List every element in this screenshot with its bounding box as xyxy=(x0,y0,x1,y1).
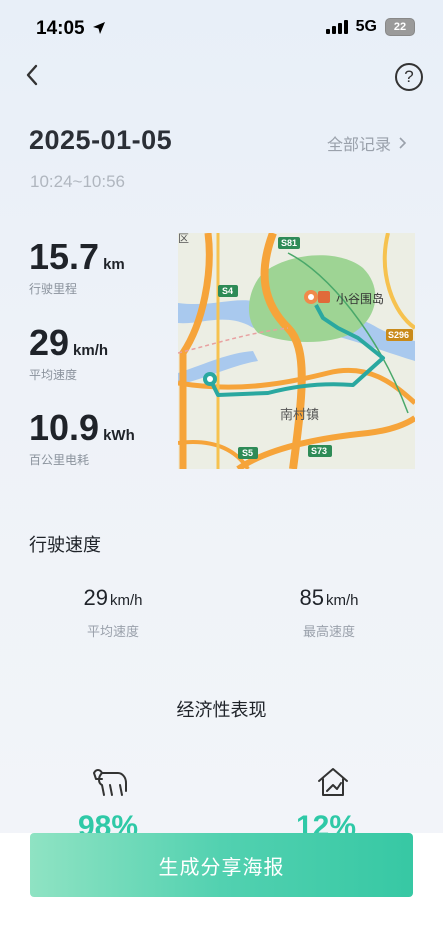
max-speed-stat: 85 km/h 最高速度 xyxy=(249,585,409,640)
road-label-s81: S81 xyxy=(281,238,297,248)
metric-distance: 15.7 km 行驶里程 xyxy=(29,236,125,297)
location-arrow-icon xyxy=(92,22,105,34)
help-icon: ? xyxy=(404,67,414,86)
map-edge-label: 区 xyxy=(178,233,189,245)
road-label-s73: S73 xyxy=(311,446,327,456)
trip-time-range: 10:24~10:56 xyxy=(30,172,126,191)
map-place-label: 小谷围岛 xyxy=(336,291,384,306)
stat-label: 平均速度 xyxy=(86,624,139,639)
road-label-s4: S4 xyxy=(222,286,233,296)
signal-icon xyxy=(325,20,348,34)
back-button[interactable] xyxy=(22,60,52,90)
chevron-right-icon xyxy=(399,137,407,149)
house-chart-icon xyxy=(318,768,348,796)
metric-unit: kWh xyxy=(103,427,135,444)
metric-energy: 10.9 kWh 百公里电耗 xyxy=(29,407,135,468)
economy-item-1 xyxy=(90,765,130,804)
battery-icon: 22 xyxy=(385,18,415,36)
generate-share-poster-button[interactable]: 生成分享海报 xyxy=(30,833,413,897)
stat-unit: km/h xyxy=(109,592,143,609)
metric-value: 15.7 xyxy=(29,236,100,277)
stat-label: 最高速度 xyxy=(302,624,355,639)
economy-item-2 xyxy=(313,765,353,804)
metric-value: 10.9 xyxy=(29,407,100,448)
network-type: 5G xyxy=(355,18,377,35)
road-label-s5: S5 xyxy=(242,448,253,458)
trip-date: 2025-01-05 xyxy=(29,125,173,155)
speed-section-title: 行驶速度 xyxy=(29,535,101,555)
bull-icon xyxy=(93,769,127,796)
status-time: 14:05 xyxy=(36,18,106,40)
battery-level: 22 xyxy=(393,21,407,33)
metric-label: 百公里电耗 xyxy=(29,453,90,467)
stat-value: 85 xyxy=(299,585,324,610)
metric-avg-speed: 29 km/h 平均速度 xyxy=(29,322,108,383)
all-records-label: 全部记录 xyxy=(326,137,391,154)
map-town-label: 南村镇 xyxy=(280,407,319,422)
status-time-text: 14:05 xyxy=(36,18,85,39)
metric-unit: km xyxy=(103,256,125,273)
help-button[interactable]: ? xyxy=(395,63,423,91)
status-indicators: 5G 22 xyxy=(325,18,415,36)
stat-value: 29 xyxy=(83,585,108,610)
map-canvas: 小谷围岛 南村镇 区 S81 S4 S296 S5 S73 xyxy=(178,233,415,469)
share-button-label: 生成分享海报 xyxy=(158,856,285,879)
chevron-left-icon xyxy=(26,64,38,86)
road-label-s296: S296 xyxy=(388,330,409,340)
stat-unit: km/h xyxy=(325,592,359,609)
metric-label: 行驶里程 xyxy=(29,282,78,296)
economy-section-title: 经济性表现 xyxy=(176,700,267,720)
route-map[interactable]: 小谷围岛 南村镇 区 S81 S4 S296 S5 S73 xyxy=(178,233,415,469)
avg-speed-stat: 29 km/h 平均速度 xyxy=(33,585,193,640)
all-records-link[interactable]: 全部记录 xyxy=(327,131,407,155)
metric-label: 平均速度 xyxy=(29,368,78,382)
metric-value: 29 xyxy=(29,322,70,363)
metric-unit: km/h xyxy=(73,342,109,359)
